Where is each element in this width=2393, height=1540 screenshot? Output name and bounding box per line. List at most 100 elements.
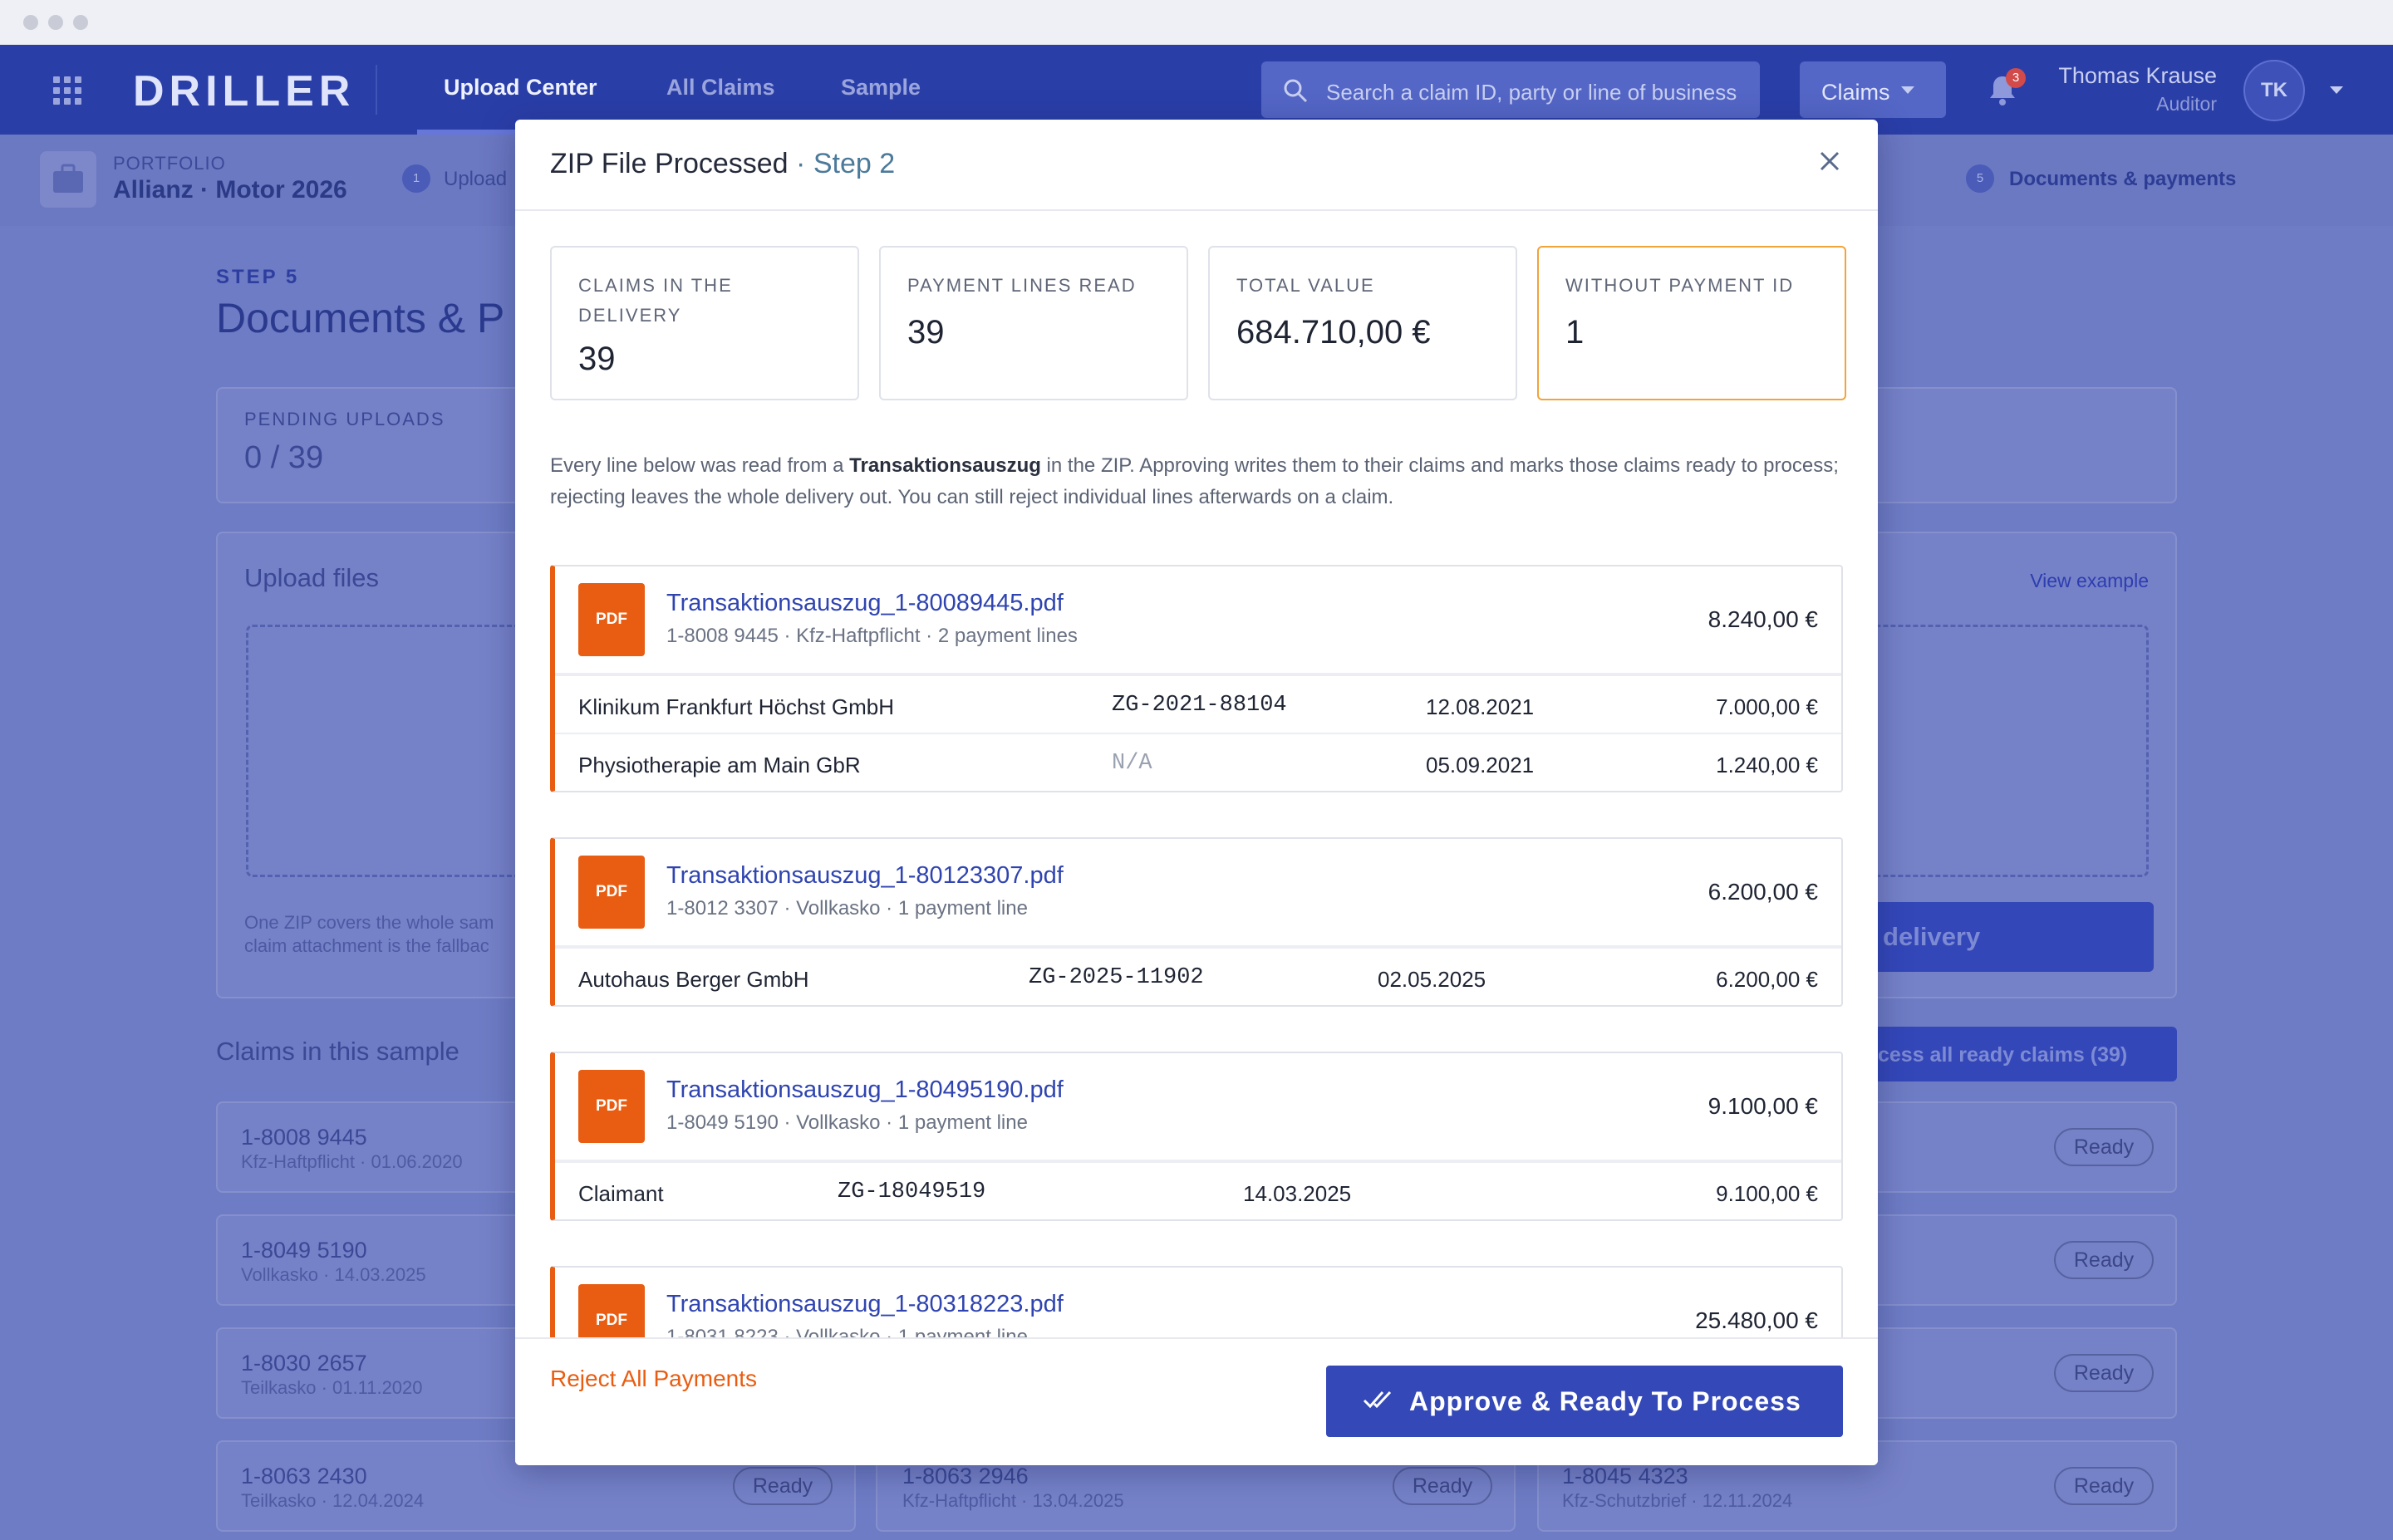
approve-button[interactable]: Approve & Ready To Process xyxy=(1326,1366,1843,1437)
file-meta: 1-8031 8223 · Vollkasko · 1 payment line xyxy=(666,1326,1028,1337)
claim-id: 1-8049 5190 xyxy=(241,1238,367,1263)
intro-text: Every line below was read from a Transak… xyxy=(550,450,1846,513)
step-1-circle[interactable]: 1 xyxy=(402,164,430,193)
window-chrome xyxy=(0,0,2393,45)
stat-value: 39 xyxy=(907,314,945,351)
stat-payment-lines: PAYMENT LINES READ 39 xyxy=(879,246,1188,400)
user-role: Auditor xyxy=(2156,93,2217,115)
reject-all-button[interactable]: Reject All Payments xyxy=(550,1366,757,1392)
step-label: STEP 5 xyxy=(216,266,300,288)
file-name-link[interactable]: Transaktionsauszug_1-80495190.pdf xyxy=(666,1077,1064,1104)
user-menu-chevron-icon[interactable] xyxy=(2330,86,2343,94)
status-badge: Ready xyxy=(2054,1128,2154,1166)
payment-party: Claimant xyxy=(578,1181,664,1206)
status-badge: Ready xyxy=(2054,1241,2154,1279)
status-badge: Ready xyxy=(2054,1354,2154,1392)
user-name: Thomas Krause xyxy=(2058,63,2217,88)
stat-label: TOTAL VALUE xyxy=(1236,275,1375,296)
upload-title: Upload files xyxy=(244,563,379,592)
step-5-label[interactable]: Documents & payments xyxy=(2009,168,2236,191)
file-meta: 1-8049 5190 · Vollkasko · 1 payment line xyxy=(666,1111,1028,1134)
payment-id: N/A xyxy=(1112,751,1152,776)
file-name-link[interactable]: Transaktionsauszug_1-80318223.pdf xyxy=(666,1291,1064,1318)
window-minimize-dot[interactable] xyxy=(48,15,63,30)
claim-meta: Teilkasko · 12.04.2024 xyxy=(241,1490,425,1511)
payment-id: ZG-2025-11902 xyxy=(1029,965,1204,990)
claim-meta: Kfz-Haftpflicht · 13.04.2025 xyxy=(902,1490,1124,1511)
claim-meta: Teilkasko · 01.11.2020 xyxy=(241,1377,423,1398)
pending-value: 0 / 39 xyxy=(244,440,324,475)
file-header: PDF Transaktionsauszug_1-80318223.pdf 1-… xyxy=(555,1268,1841,1337)
file-meta: 1-8008 9445 · Kfz-Haftpflicht · 2 paymen… xyxy=(666,625,1078,647)
step-1-label[interactable]: Upload xyxy=(444,168,507,191)
claim-id: 1-8030 2657 xyxy=(241,1351,367,1376)
close-icon[interactable] xyxy=(1816,148,1843,174)
notification-badge: 3 xyxy=(2006,68,2026,88)
tab-upload-center[interactable]: Upload Center xyxy=(444,75,597,101)
claim-meta: Kfz-Schutzbrief · 12.11.2024 xyxy=(1562,1490,1793,1511)
claim-id: 1-8063 2430 xyxy=(241,1464,367,1489)
view-example-link[interactable]: View example xyxy=(2030,570,2149,592)
window-maximize-dot[interactable] xyxy=(73,15,88,30)
payment-date: 02.05.2025 xyxy=(1378,967,1486,992)
claim-meta: Vollkasko · 14.03.2025 xyxy=(241,1264,426,1285)
double-check-icon xyxy=(1363,1390,1392,1409)
file-total: 9.100,00 € xyxy=(1708,1093,1818,1119)
modal-footer: Reject All Payments Approve & Ready To P… xyxy=(515,1337,1878,1465)
payment-amount: 7.000,00 € xyxy=(1716,694,1818,719)
search-icon xyxy=(1284,79,1308,103)
tab-all-claims[interactable]: All Claims xyxy=(666,75,775,101)
file-header: PDF Transaktionsauszug_1-80089445.pdf 1-… xyxy=(555,566,1841,674)
zip-processed-modal: ZIP File Processed · Step 2 CLAIMS IN TH… xyxy=(515,120,1878,1465)
payment-row: Autohaus Berger GmbH ZG-2025-11902 02.05… xyxy=(555,947,1841,1005)
file-header: PDF Transaktionsauszug_1-80495190.pdf 1-… xyxy=(555,1053,1841,1161)
status-badge: Ready xyxy=(1393,1467,1492,1505)
modal-title: ZIP File Processed · Step 2 xyxy=(550,148,895,180)
claim-id: 1-8045 4323 xyxy=(1562,1464,1688,1489)
payment-party: Klinikum Frankfurt Höchst GmbH xyxy=(578,694,894,719)
chevron-down-icon xyxy=(1901,86,1914,94)
brand-logo[interactable]: DRILLER xyxy=(133,66,355,116)
stat-value: 39 xyxy=(578,341,616,377)
page-title: Documents & P xyxy=(216,295,505,341)
stat-label: WITHOUT PAYMENT ID xyxy=(1565,275,1795,296)
file-meta: 1-8012 3307 · Vollkasko · 1 payment line xyxy=(666,897,1028,920)
payment-row: Physiotherapie am Main GbR N/A 05.09.202… xyxy=(555,733,1841,791)
modal-scroll-area[interactable]: ZIP File Processed · Step 2 CLAIMS IN TH… xyxy=(515,120,1878,1337)
intro-pre: Every line below was read from a xyxy=(550,454,850,477)
modal-title-text: ZIP File Processed xyxy=(550,148,789,179)
payment-date: 05.09.2021 xyxy=(1426,753,1535,777)
pending-label: PENDING UPLOADS xyxy=(244,409,445,429)
apps-grid-icon[interactable] xyxy=(53,76,81,105)
modal-step: · Step 2 xyxy=(796,148,896,179)
payment-amount: 6.200,00 € xyxy=(1716,967,1818,992)
claims-dropdown[interactable]: Claims xyxy=(1800,61,1946,118)
stat-label: CLAIMS IN THE DELIVERY xyxy=(578,275,733,326)
pdf-icon: PDF xyxy=(578,856,645,929)
zip-note-2: claim attachment is the fallbac xyxy=(244,935,489,956)
window-close-dot[interactable] xyxy=(23,15,38,30)
payment-id: ZG-18049519 xyxy=(838,1180,986,1204)
payment-date: 12.08.2021 xyxy=(1426,694,1535,719)
process-all-button[interactable]: cess all ready claims (39) xyxy=(1828,1027,2177,1081)
stat-value: 684.710,00 € xyxy=(1236,314,1431,351)
step-5-circle[interactable]: 5 xyxy=(1966,164,1994,193)
payment-party: Physiotherapie am Main GbR xyxy=(578,753,861,777)
avatar[interactable]: TK xyxy=(2243,60,2305,121)
file-name-link[interactable]: Transaktionsauszug_1-80123307.pdf xyxy=(666,862,1064,890)
search-input[interactable]: Search a claim ID, party or line of busi… xyxy=(1261,61,1760,118)
file-name-link[interactable]: Transaktionsauszug_1-80089445.pdf xyxy=(666,590,1064,617)
stat-without-payment-id: WITHOUT PAYMENT ID 1 xyxy=(1537,246,1846,400)
payment-row: Klinikum Frankfurt Höchst GmbH ZG-2021-8… xyxy=(555,674,1841,733)
stat-claims-in-delivery: CLAIMS IN THE DELIVERY 39 xyxy=(550,246,859,400)
approve-label: Approve & Ready To Process xyxy=(1409,1386,1801,1416)
payment-party: Autohaus Berger GmbH xyxy=(578,967,809,992)
intro-bold: Transaktionsauszug xyxy=(849,454,1041,477)
file-card: PDF Transaktionsauszug_1-80495190.pdf 1-… xyxy=(550,1052,1843,1221)
tab-sample[interactable]: Sample xyxy=(841,75,921,101)
claim-id: 1-8008 9445 xyxy=(241,1125,367,1150)
briefcase-icon xyxy=(40,151,96,208)
pdf-icon: PDF xyxy=(578,583,645,656)
nav-divider xyxy=(376,65,377,115)
stat-value: 1 xyxy=(1565,314,1585,351)
